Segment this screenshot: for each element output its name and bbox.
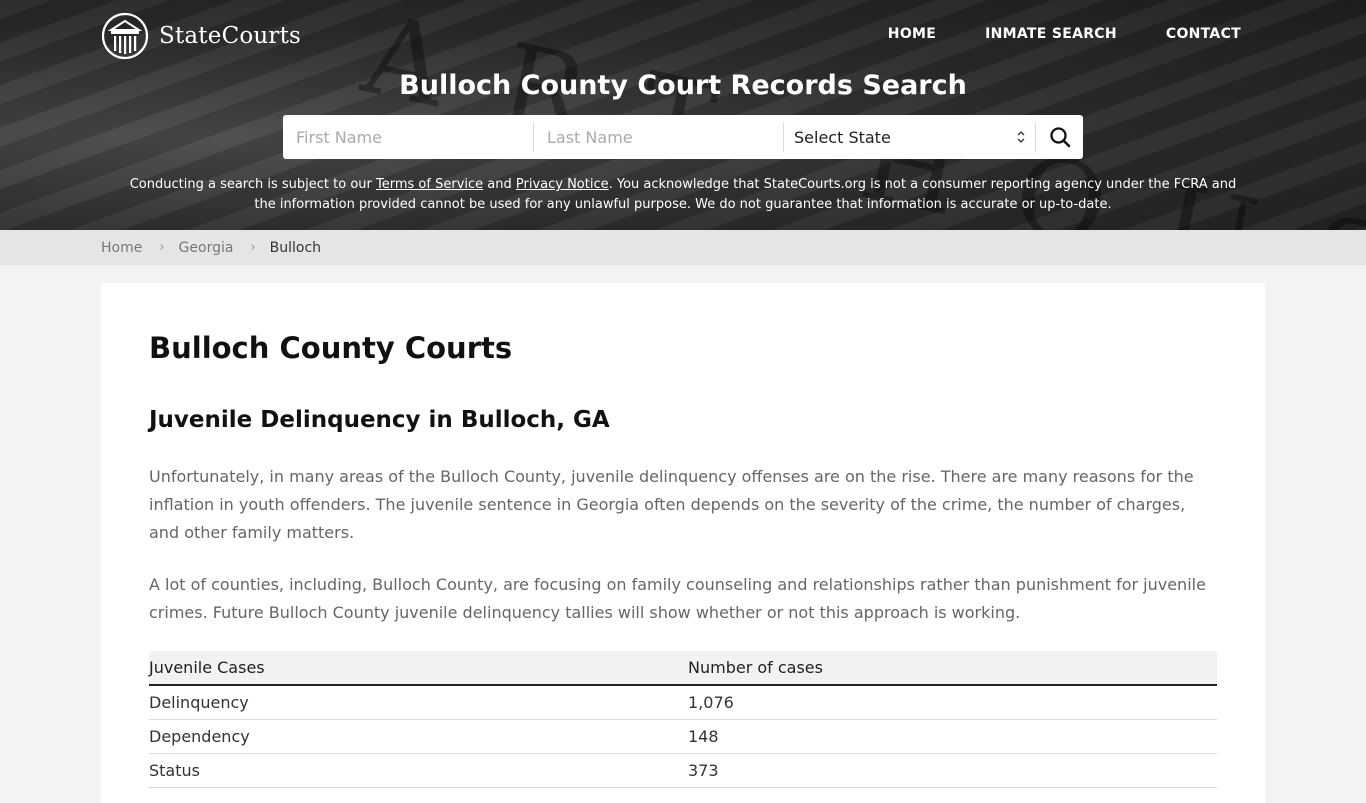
- main-nav: HOME INMATE SEARCH CONTACT: [888, 26, 1241, 42]
- case-count-cell: 373: [688, 753, 1217, 788]
- chevron-right-icon: ›: [250, 240, 256, 255]
- column-header: Number of cases: [688, 651, 1217, 686]
- search-icon: [1049, 127, 1070, 148]
- disclaimer-text: and: [483, 177, 516, 192]
- breadcrumb: Home › Georgia › Bulloch: [0, 230, 1366, 265]
- disclaimer-text: Conducting a search is subject to our: [129, 177, 377, 192]
- chevron-right-icon: ›: [159, 240, 165, 255]
- table-row: Delinquency 1,076: [149, 685, 1217, 720]
- paragraph: A lot of counties, including, Bulloch Co…: [149, 575, 1206, 622]
- case-count-cell: 1,076: [688, 685, 1217, 720]
- breadcrumb-georgia[interactable]: Georgia: [179, 240, 234, 256]
- nav-inmate-search[interactable]: INMATE SEARCH: [985, 26, 1117, 42]
- search-form: Select State: [283, 115, 1083, 159]
- table-header-row: Juvenile Cases Number of cases: [149, 651, 1217, 686]
- page-title: Bulloch County Courts: [149, 331, 513, 365]
- column-header: Juvenile Cases: [149, 651, 688, 686]
- juvenile-cases-table: Juvenile Cases Number of cases Delinquen…: [149, 651, 1217, 788]
- state-select[interactable]: Select State: [784, 122, 1036, 152]
- nav-contact[interactable]: CONTACT: [1166, 26, 1241, 42]
- section-title: Juvenile Delinquency in Bulloch, GA: [149, 407, 610, 433]
- courthouse-logo-icon: [101, 12, 149, 60]
- case-type-cell: Status: [149, 753, 688, 788]
- last-name-input[interactable]: [534, 122, 784, 152]
- state-select-value: Select State: [794, 127, 891, 147]
- breadcrumb-current: Bulloch: [269, 239, 322, 256]
- logo-link[interactable]: StateCourts: [101, 12, 301, 60]
- privacy-notice-link[interactable]: Privacy Notice: [516, 177, 609, 192]
- logo-text: StateCourts: [159, 23, 302, 49]
- select-arrows-icon: [1017, 130, 1025, 144]
- breadcrumb-home[interactable]: Home: [101, 240, 142, 256]
- search-page-title: Bulloch County Court Records Search: [399, 70, 967, 101]
- nav-home[interactable]: HOME: [888, 26, 936, 42]
- search-button[interactable]: [1036, 115, 1083, 159]
- case-count-cell: 148: [688, 719, 1217, 754]
- paragraph: Unfortunately, in many areas of the Bull…: [149, 467, 1194, 542]
- first-name-input[interactable]: [283, 122, 534, 152]
- table-row: Status 373: [149, 753, 1217, 788]
- content-card: Bulloch County Courts Juvenile Delinquen…: [101, 283, 1265, 803]
- case-type-cell: Delinquency: [149, 685, 688, 720]
- search-disclaimer: Conducting a search is subject to our Te…: [120, 175, 1246, 215]
- terms-of-service-link[interactable]: Terms of Service: [376, 177, 483, 192]
- hero-header: ART HOUSE StateCourts HOME INMATE SEARCH…: [0, 0, 1366, 230]
- table-row: Dependency 148: [149, 719, 1217, 754]
- case-type-cell: Dependency: [149, 719, 688, 754]
